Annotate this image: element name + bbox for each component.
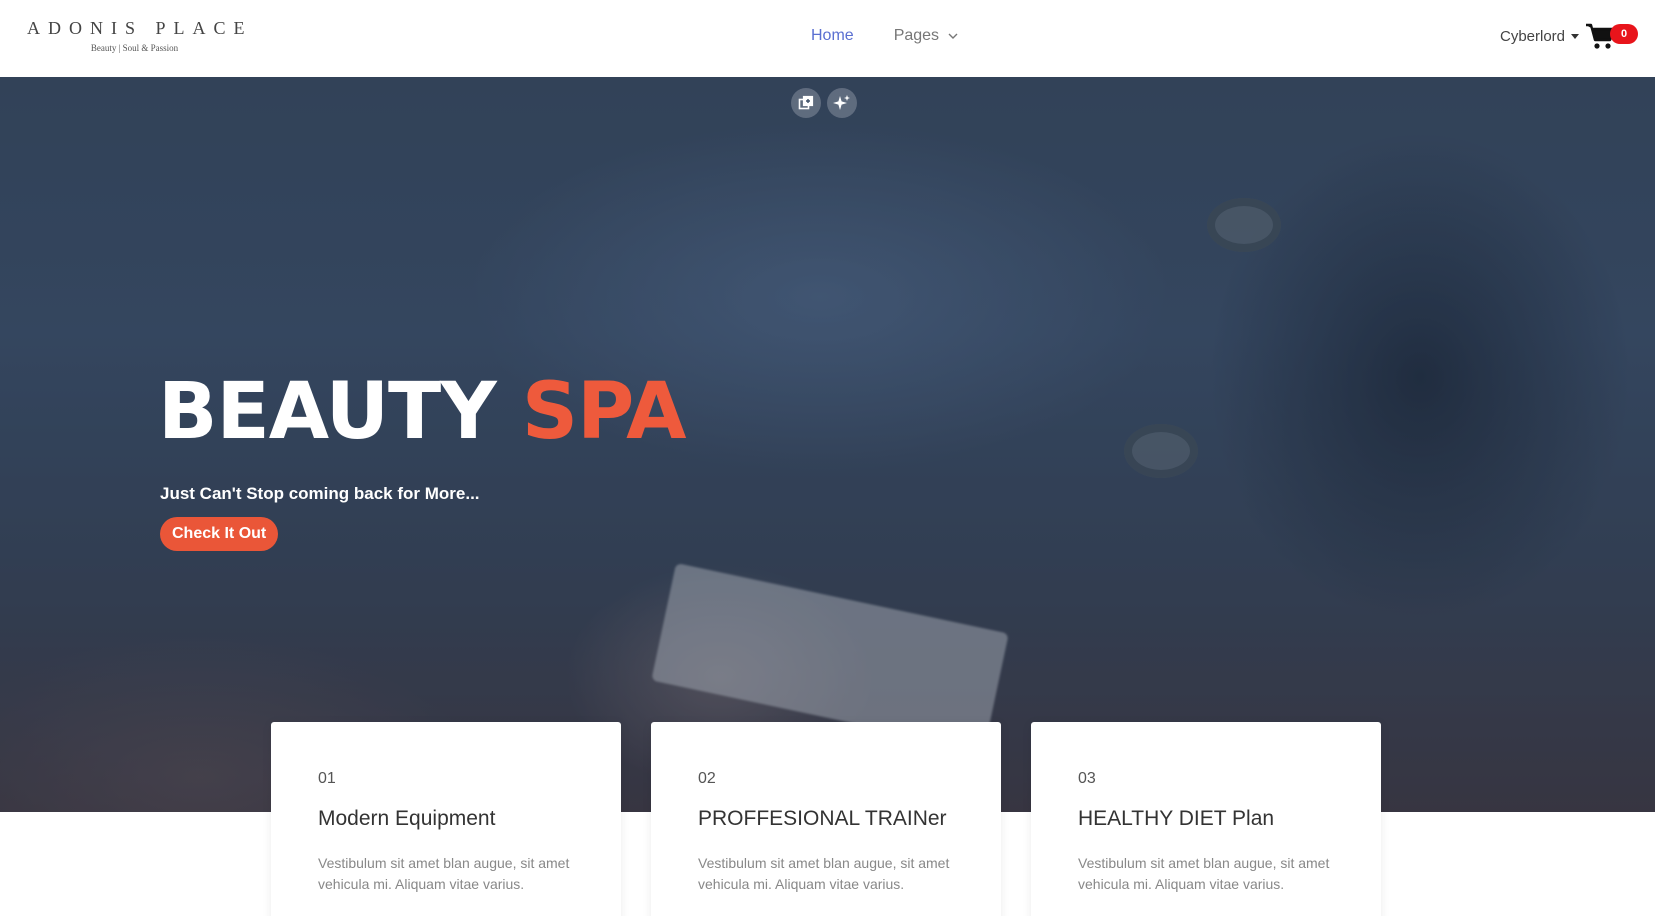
main-nav: Home Pages (811, 27, 959, 45)
feature-title: PROFFESIONAL TRAINer (698, 807, 947, 830)
feature-card: 01 Modern Equipment Vestibulum sit amet … (271, 722, 621, 916)
feature-number: 02 (698, 770, 716, 787)
feature-cards: 01 Modern Equipment Vestibulum sit amet … (271, 722, 1381, 916)
caret-down-icon (1571, 34, 1580, 39)
image-tools (791, 88, 857, 118)
hero-title-accent: SPA (521, 367, 687, 457)
user-name: Cyberlord (1500, 28, 1566, 45)
navbar: ADONIS PLACE Beauty | Soul & Passion Hom… (0, 0, 1655, 77)
user-menu-dropdown[interactable]: Cyberlord (1500, 28, 1580, 45)
feature-number: 03 (1078, 770, 1096, 787)
hero-section: BEAUTY SPA Just Can't Stop coming back f… (0, 77, 1655, 812)
feature-title: HEALTHY DIET Plan (1078, 807, 1275, 830)
hero-title-main: BEAUTY (158, 367, 522, 457)
hero-subtitle: Just Can't Stop coming back for More... (160, 484, 480, 503)
copy-image-icon[interactable] (791, 88, 821, 118)
hero-title: BEAUTY SPA (158, 367, 687, 457)
check-it-out-button[interactable]: Check It Out (160, 517, 279, 551)
nav-home-link[interactable]: Home (811, 27, 854, 45)
cart-count-badge: 0 (1610, 24, 1638, 44)
feature-number: 01 (318, 770, 336, 787)
nav-pages-label: Pages (893, 27, 940, 44)
brand-logo[interactable]: ADONIS PLACE Beauty | Soul & Passion (27, 17, 253, 53)
chevron-down-icon (948, 33, 958, 39)
sparkle-icon[interactable] (827, 88, 857, 118)
feature-card: 03 HEALTHY DIET Plan Vestibulum sit amet… (1031, 722, 1381, 916)
brand-tagline: Beauty | Soul & Passion (90, 43, 179, 53)
nav-pages-dropdown[interactable]: Pages (894, 27, 959, 45)
feature-text: Vestibulum sit amet blan augue, sit amet… (1078, 855, 1330, 892)
feature-text: Vestibulum sit amet blan augue, sit amet… (698, 855, 950, 892)
feature-card: 02 PROFFESIONAL TRAINer Vestibulum sit a… (651, 722, 1001, 916)
feature-title: Modern Equipment (318, 807, 496, 830)
brand-name: ADONIS PLACE (27, 18, 253, 38)
feature-text: Vestibulum sit amet blan augue, sit amet… (318, 855, 570, 892)
